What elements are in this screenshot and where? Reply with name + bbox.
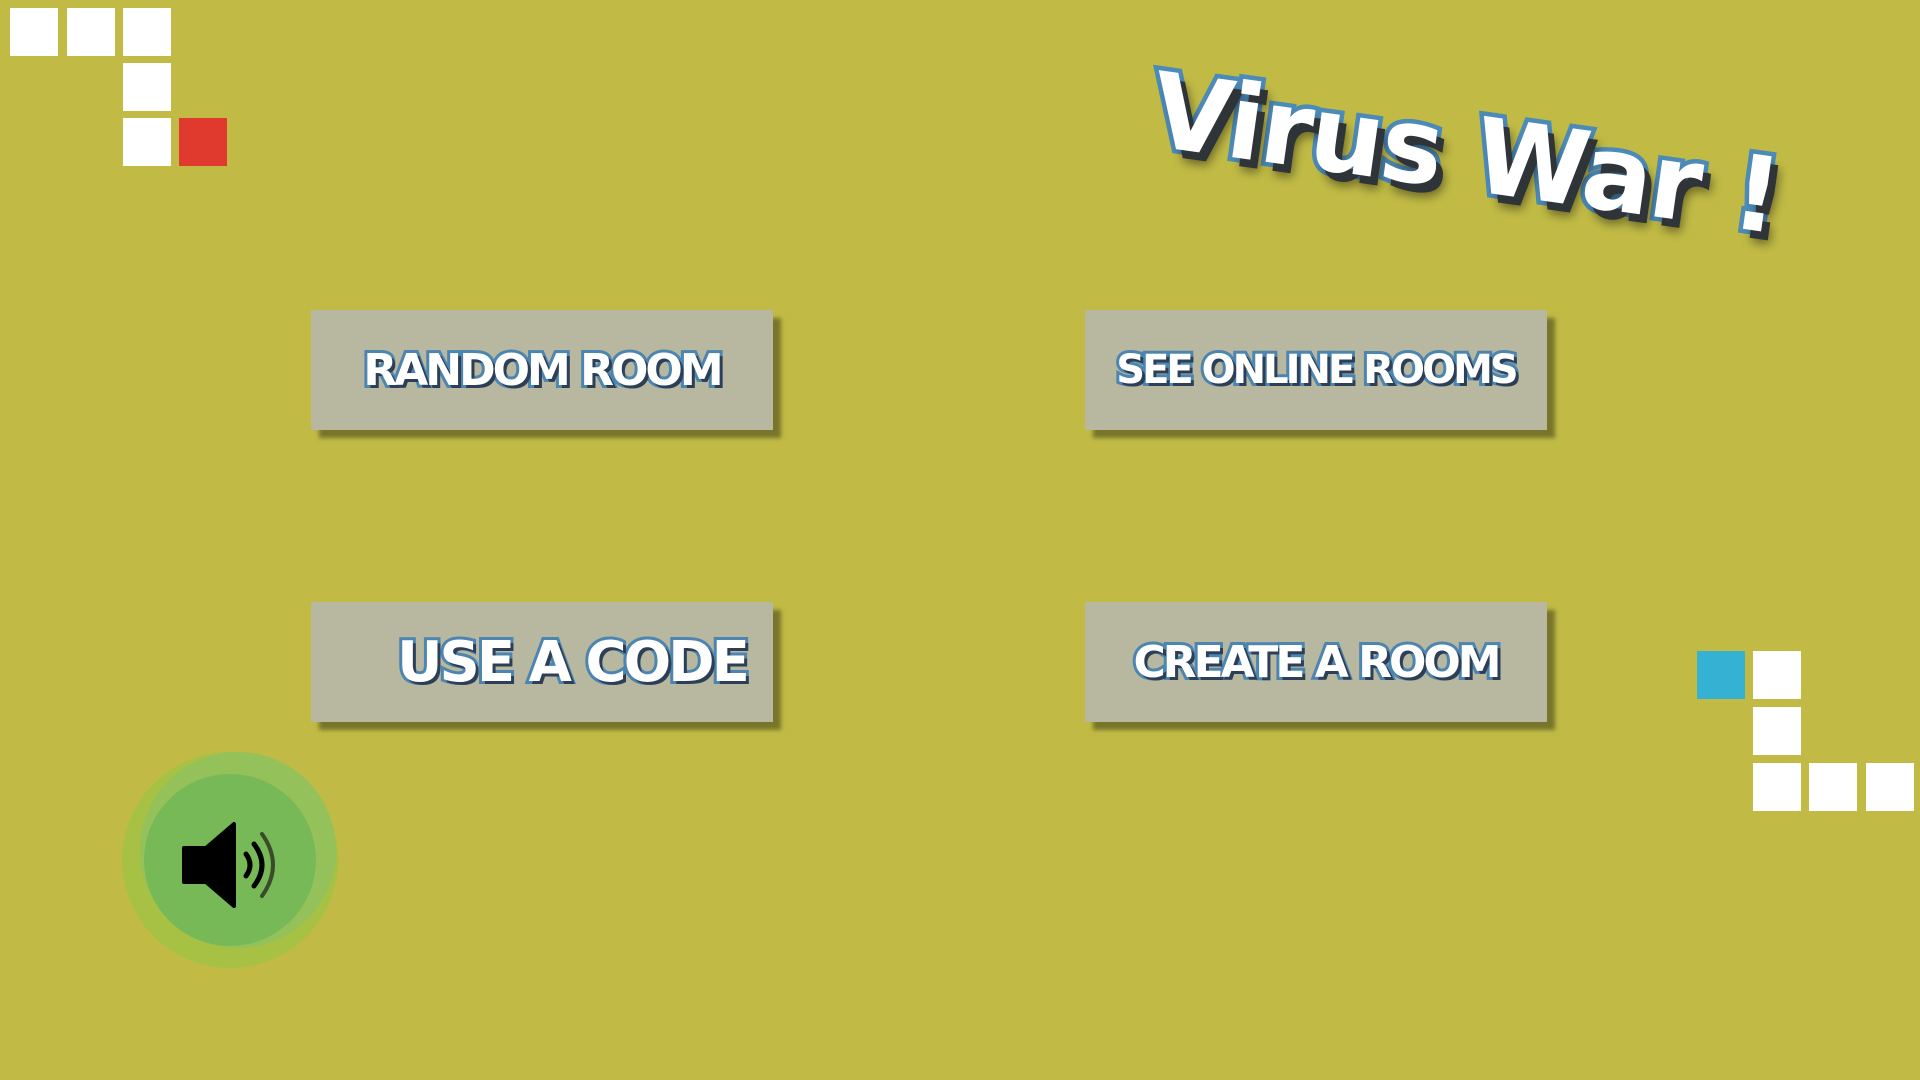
white-cell <box>67 8 115 56</box>
blue-cell <box>1697 651 1745 699</box>
white-cell <box>123 118 171 166</box>
use-a-code-label: USE A CODE <box>394 627 753 698</box>
sound-toggle-button[interactable] <box>122 752 338 968</box>
use-a-code-button[interactable]: USE A CODE <box>311 602 773 722</box>
white-cell <box>123 8 171 56</box>
see-online-rooms-button[interactable]: SEE ONLINE ROOMS <box>1085 310 1547 430</box>
create-a-room-button[interactable]: CREATE A ROOM <box>1085 602 1547 722</box>
random-room-button[interactable]: RANDOM ROOM <box>311 310 773 430</box>
white-cell <box>123 63 171 111</box>
random-room-label: RANDOM ROOM <box>360 342 726 399</box>
see-online-rooms-label: SEE ONLINE ROOMS <box>1113 344 1521 396</box>
main-menu-screen: Virus War ! RANDOM ROOM SEE ONLINE ROOMS… <box>0 0 1920 1080</box>
white-cell <box>1866 763 1914 811</box>
create-a-room-label: CREATE A ROOM <box>1130 634 1504 691</box>
white-cell <box>1809 763 1857 811</box>
speaker-volume-icon <box>182 822 275 908</box>
white-cell <box>10 8 58 56</box>
white-cell <box>1753 651 1801 699</box>
red-cell <box>179 118 227 166</box>
white-cell <box>1753 763 1801 811</box>
game-title: Virus War ! <box>1140 45 1792 263</box>
white-cell <box>1753 707 1801 755</box>
